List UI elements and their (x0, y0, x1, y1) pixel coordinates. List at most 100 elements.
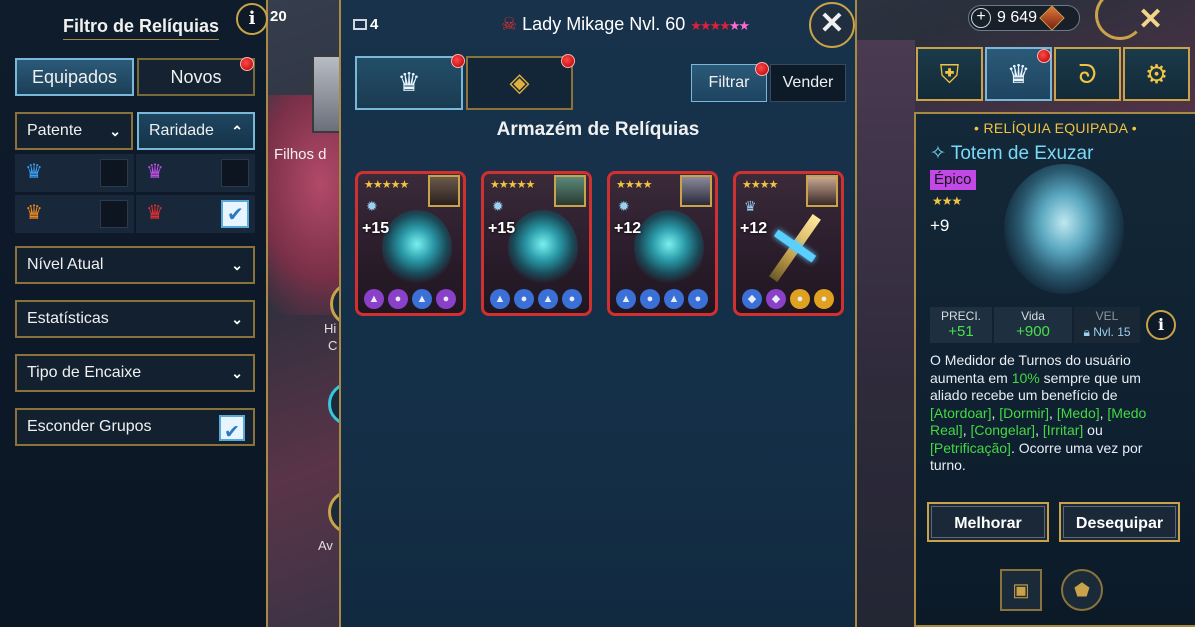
rarity-option-blue[interactable]: ♛ (15, 154, 134, 192)
top-right-bar: + 9 649 ✕ (858, 0, 1195, 40)
mastery-icon: ᘐ (1078, 59, 1097, 89)
skills-icon: ⚙ (1144, 59, 1169, 89)
rarity-dropdown-label: Raridade (149, 122, 214, 139)
relic-sword-art (760, 210, 830, 286)
relic-count-value: 4 (370, 16, 379, 33)
upgrade-button-inner: Melhorar (931, 506, 1045, 538)
stat-triangle-icon: ▲ (538, 289, 558, 309)
relic-level: +9 (930, 216, 950, 235)
relic-set-icon: ✹ (618, 198, 630, 214)
tab-new[interactable]: Novos (137, 58, 255, 96)
desc-effect: [Petrificação] (930, 439, 1011, 456)
rank-dropdown[interactable]: Patente ⌄ (15, 112, 133, 150)
tab-skills[interactable]: ⚙ (1123, 47, 1190, 101)
gem-icon (1039, 5, 1065, 31)
upgrade-button-label: Melhorar (954, 515, 1022, 532)
relic-level: +15 (362, 220, 390, 237)
stat-triangle-icon: ▲ (412, 289, 432, 309)
rarity-option-orange[interactable]: ♛ (15, 195, 134, 233)
relic-stat-icons: ▲ ● ▲ ● (364, 289, 459, 309)
unequip-button-inner: Desequipar (1063, 506, 1176, 538)
relic-info-button[interactable]: i (1146, 310, 1176, 340)
slot-type-label: Tipo de Encaixe (27, 364, 142, 381)
relic-name-text: Totem de Exuzar (950, 143, 1094, 164)
rarity-option-red[interactable]: ♛ (136, 195, 255, 233)
relic-card[interactable]: ★★★★ ✹ +12 ▲ ● ▲ ● (607, 171, 718, 316)
unlock-level: Nvl. 15 (1093, 325, 1131, 339)
rarity-checkbox-purple[interactable] (221, 159, 249, 187)
diamond-fragment-icon: ◈ (509, 67, 530, 97)
stat-label: Vida (1021, 309, 1045, 323)
hide-sets-row[interactable]: Esconder Grupos (15, 408, 255, 450)
tab-equipped-label: Equipados (31, 67, 118, 87)
champion-portrait (806, 175, 838, 207)
tab-relic-fragments[interactable]: ◈ (466, 56, 573, 110)
relic-stat-icons: ◆ ◆ ● ● (742, 289, 837, 309)
relic-stat-icons: ▲ ● ▲ ● (616, 289, 711, 309)
stat-diamond-icon: ◆ (766, 289, 786, 309)
relic-card[interactable]: ★★★★★ ✹ +15 ▲ ● ▲ ● (481, 171, 592, 316)
sell-button[interactable]: Vender (770, 64, 846, 102)
stat-circle-icon: ● (514, 289, 534, 309)
relic-level: +12 (614, 220, 642, 237)
chevron-up-icon: ⌃ (231, 123, 243, 139)
rarity-checkbox-red[interactable] (221, 200, 249, 228)
tab-artifacts[interactable]: ⛨ (916, 47, 983, 101)
relic-set-emblem-icon[interactable]: ⬟ (1061, 569, 1103, 611)
relic-stars: ★★★★★ (490, 179, 535, 191)
desc-text: ou (1083, 422, 1103, 438)
tab-equipped[interactable]: Equipados (15, 58, 134, 96)
rarity-dropdown[interactable]: Raridade ⌃ (137, 112, 255, 150)
stat-hp: Vida +900 (994, 307, 1072, 343)
tab-new-label: Novos (170, 67, 222, 87)
chevron-down-icon: ⌄ (231, 311, 243, 327)
rarity-option-purple[interactable]: ♛ (136, 154, 255, 192)
stats-dropdown[interactable]: Estatísticas ⌄ (15, 300, 255, 338)
menu-label-history: Hi (324, 321, 337, 336)
add-currency-icon[interactable]: + (971, 8, 991, 28)
tab-masteries[interactable]: ᘐ (1054, 47, 1121, 101)
relic-card[interactable]: ★★★★★ ✹ +15 ▲ ● ▲ ● (355, 171, 466, 316)
stats-label: Estatísticas (27, 310, 109, 327)
filter-info-button[interactable]: i (236, 3, 268, 35)
stat-diamond-icon: ◆ (742, 289, 762, 309)
relic-staff-art (634, 210, 704, 286)
stat-triangle-icon: ▲ (490, 289, 510, 309)
stat-speed: VEL 🔒︎ Nvl. 15 (1074, 307, 1140, 343)
stat-value-locked: 🔒︎ Nvl. 15 (1074, 323, 1140, 341)
close-storage-button[interactable]: ✕ (809, 2, 855, 48)
stat-circle-icon: ● (388, 289, 408, 309)
orange-crown-icon: ♛ (25, 202, 43, 224)
relic-set-icon: ✹ (366, 198, 378, 214)
current-level-label: Nível Atual (27, 256, 104, 273)
stat-circle-icon: ● (814, 289, 834, 309)
currency-display[interactable]: + 9 649 (968, 5, 1080, 31)
slot-type-dropdown[interactable]: Tipo de Encaixe ⌄ (15, 354, 255, 392)
desc-effect: [Congelar] (970, 422, 1036, 438)
stat-circle-icon: ● (640, 289, 660, 309)
relic-filter-panel: Filtro de Relíquias i Equipados Novos Pa… (0, 0, 268, 627)
relics-tab-notification-dot (1037, 49, 1051, 63)
tab-relics[interactable]: ♛ (355, 56, 463, 110)
relic-description: O Medidor de Turnos do usuário aumenta e… (930, 352, 1147, 473)
desc-highlight: 10% (1011, 369, 1040, 386)
boss-title: ☠ Lady Mikage Nvl. 60 ★★★★★★ (501, 14, 750, 35)
relic-card[interactable]: ★★★★ ♛ +12 ◆ ◆ ● ● (733, 171, 844, 316)
stat-triangle-icon: ▲ (616, 289, 636, 309)
equipped-header: • RELÍQUIA EQUIPADA • (974, 120, 1137, 136)
hide-sets-checkbox[interactable] (219, 415, 245, 450)
rarity-checkbox-orange[interactable] (100, 200, 128, 228)
close-screen-button[interactable]: ✕ (1138, 2, 1163, 37)
unequip-button[interactable]: Desequipar (1059, 502, 1180, 542)
rarity-checkbox-blue[interactable] (100, 159, 128, 187)
current-level-dropdown[interactable]: Nível Atual ⌄ (15, 246, 255, 284)
relic-type-icon: ✧ (930, 143, 946, 164)
relic-level: +15 (488, 220, 516, 237)
stat-accuracy: PRECI. +51 (930, 307, 992, 343)
champion-portrait (428, 175, 460, 207)
desc-effect: [Medo] (1056, 404, 1100, 421)
relic-stars: ★★★ (932, 194, 962, 208)
upgrade-button[interactable]: Melhorar (927, 502, 1049, 542)
relic-slot-icon[interactable]: ▣ (1000, 569, 1042, 611)
filter-button-label: Filtrar (708, 74, 750, 91)
